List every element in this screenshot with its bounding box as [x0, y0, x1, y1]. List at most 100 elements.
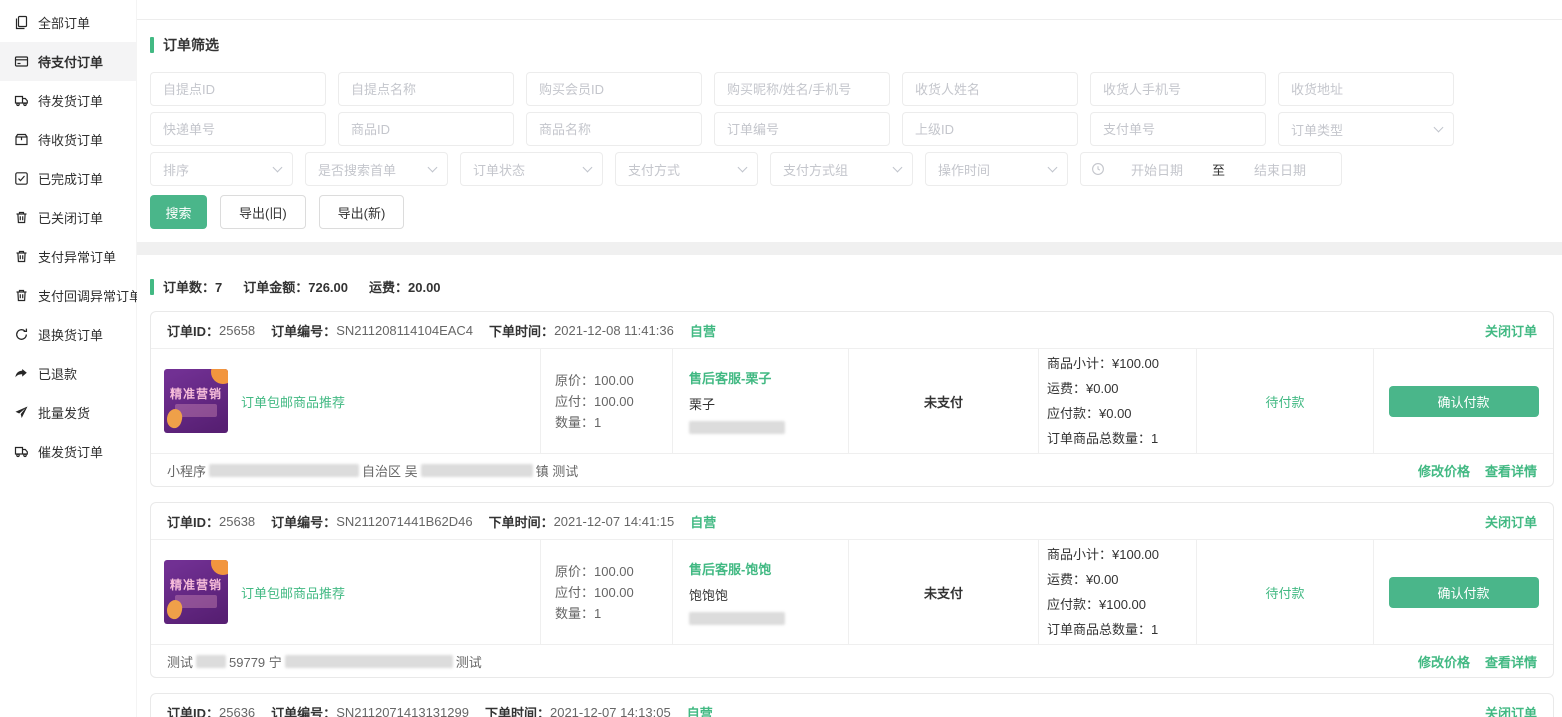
- subtotal: 商品小计：¥100.00: [1047, 542, 1196, 567]
- close-order-link[interactable]: 关闭订单: [1485, 512, 1537, 531]
- sidebar-item-payment-exception[interactable]: 支付异常订单: [0, 237, 136, 276]
- parent-id-input[interactable]: [902, 112, 1078, 146]
- product-image-text: 精准营销: [164, 576, 228, 593]
- trash-icon: [14, 210, 29, 225]
- service-agent-title: 售后客服-饱饱: [689, 559, 848, 578]
- sidebar-item-label: 待发货订单: [38, 91, 103, 110]
- orders-amount: 订单金额：726.00: [243, 277, 348, 296]
- close-order-link[interactable]: 关闭订单: [1485, 703, 1537, 717]
- sidebar-item-refunded[interactable]: 已退款: [0, 354, 136, 393]
- order-number-input[interactable]: [714, 112, 890, 146]
- filter-row-1: [150, 72, 1554, 106]
- order-state: 待付款: [1265, 583, 1304, 602]
- payment-status-cell: 未支付: [849, 540, 1039, 644]
- documents-icon: [14, 15, 29, 30]
- sidebar-item-label: 已关闭订单: [38, 208, 103, 227]
- operation-time-select[interactable]: 操作时间: [925, 152, 1068, 186]
- order-time-label: 下单时间：: [489, 512, 554, 531]
- pickup-id-input[interactable]: [150, 72, 326, 106]
- sidebar-item-pending-shipment[interactable]: 待发货订单: [0, 81, 136, 120]
- edit-price-link[interactable]: 修改价格: [1418, 461, 1470, 480]
- trash-icon: [14, 288, 29, 303]
- redacted-address: [209, 464, 359, 477]
- sort-select[interactable]: 排序: [150, 152, 293, 186]
- buyer-nickname-input[interactable]: [714, 72, 890, 106]
- date-range-picker[interactable]: 开始日期 至 结束日期: [1080, 152, 1342, 186]
- sort-select-value: 排序: [163, 160, 189, 179]
- order-card-header: 订单ID： 25658 订单编号： SN211208114104EAC4 下单时…: [151, 312, 1553, 349]
- sidebar-item-all-orders[interactable]: 全部订单: [0, 3, 136, 42]
- order-id-value: 25636: [219, 705, 255, 717]
- product-name-link[interactable]: 订单包邮商品推荐: [241, 583, 345, 602]
- order-time-value: 2021-12-07 14:41:15: [554, 514, 675, 529]
- payment-method-select[interactable]: 支付方式: [615, 152, 758, 186]
- search-button[interactable]: 搜索: [150, 195, 207, 229]
- subtotal: 商品小计：¥100.00: [1047, 351, 1196, 376]
- quantity: 数量：1: [555, 412, 672, 433]
- amount-payable: 应付款：¥0.00: [1047, 401, 1196, 426]
- action-cell: 确认付款: [1374, 540, 1553, 644]
- confirm-payment-button[interactable]: 确认付款: [1389, 386, 1539, 417]
- first-order-select[interactable]: 是否搜索首单: [305, 152, 448, 186]
- sidebar-item-completed[interactable]: 已完成订单: [0, 159, 136, 198]
- sidebar-item-pending-payment[interactable]: 待支付订单: [0, 42, 136, 81]
- product-name-link[interactable]: 订单包邮商品推荐: [241, 392, 345, 411]
- redacted-address: [285, 655, 453, 668]
- export-new-button[interactable]: 导出(新): [319, 195, 405, 229]
- trash-icon: [14, 249, 29, 264]
- clock-icon: [1091, 162, 1106, 177]
- order-state: 待付款: [1265, 392, 1304, 411]
- confirm-payment-button[interactable]: 确认付款: [1389, 577, 1539, 608]
- order-status-select[interactable]: 订单状态: [460, 152, 603, 186]
- order-state-cell: 待付款: [1197, 540, 1374, 644]
- end-date-field[interactable]: 结束日期: [1229, 160, 1331, 179]
- payment-status: 未支付: [924, 392, 963, 411]
- view-detail-link[interactable]: 查看详情: [1485, 461, 1537, 480]
- start-date-field[interactable]: 开始日期: [1106, 160, 1208, 179]
- payment-status: 未支付: [924, 583, 963, 602]
- product-image-caption: [175, 404, 217, 417]
- payment-group-select[interactable]: 支付方式组: [770, 152, 913, 186]
- filter-title-text: 订单筛选: [163, 35, 219, 55]
- order-filter-panel: 订单筛选 订单类型: [137, 19, 1562, 242]
- sidebar-item-closed[interactable]: 已关闭订单: [0, 198, 136, 237]
- tracking-number-input[interactable]: [150, 112, 326, 146]
- product-id-input[interactable]: [338, 112, 514, 146]
- receiver-phone-input[interactable]: [1090, 72, 1266, 106]
- edit-price-link[interactable]: 修改价格: [1418, 652, 1470, 671]
- payment-number-input[interactable]: [1090, 112, 1266, 146]
- self-operated-badge: 自营: [687, 703, 713, 717]
- address-text: 镇 测试: [536, 461, 579, 480]
- product-cell: 精准营销 订单包邮商品推荐: [151, 540, 541, 644]
- buyer-member-id-input[interactable]: [526, 72, 702, 106]
- receiver-name-input[interactable]: [902, 72, 1078, 106]
- product-name-input[interactable]: [526, 112, 702, 146]
- order-id-label: 订单ID：: [167, 703, 219, 717]
- card-icon: [14, 54, 29, 69]
- order-sn-value: SN211208114104EAC4: [336, 323, 473, 338]
- receiver-address-input[interactable]: [1278, 72, 1454, 106]
- original-price: 原价：100.00: [555, 370, 672, 391]
- filter-section-title: 订单筛选: [150, 35, 1554, 55]
- sidebar-item-urge-shipment[interactable]: 催发货订单: [0, 432, 136, 471]
- sidebar-item-callback-exception[interactable]: 支付回调异常订单: [0, 276, 136, 315]
- sidebar-item-batch-shipment[interactable]: 批量发货: [0, 393, 136, 432]
- pickup-name-input[interactable]: [338, 72, 514, 106]
- address-text: 59779 宁: [229, 652, 282, 671]
- sidebar-item-return-exchange[interactable]: 退换货订单: [0, 315, 136, 354]
- product-image[interactable]: 精准营销: [164, 560, 228, 624]
- order-sn-label: 订单编号：: [271, 512, 336, 531]
- refresh-icon: [14, 327, 29, 342]
- order-time-label: 下单时间：: [489, 321, 554, 340]
- close-order-link[interactable]: 关闭订单: [1485, 321, 1537, 340]
- view-detail-link[interactable]: 查看详情: [1485, 652, 1537, 671]
- truck-icon: [14, 444, 29, 459]
- orders-freight: 运费：20.00: [369, 277, 441, 296]
- service-agent-title: 售后客服-栗子: [689, 368, 848, 387]
- sidebar-item-pending-receipt[interactable]: 待收货订单: [0, 120, 136, 159]
- product-image[interactable]: 精准营销: [164, 369, 228, 433]
- order-type-select[interactable]: 订单类型: [1278, 112, 1454, 146]
- payable-price: 应付：100.00: [555, 391, 672, 412]
- export-old-button[interactable]: 导出(旧): [220, 195, 306, 229]
- check-square-icon: [14, 171, 29, 186]
